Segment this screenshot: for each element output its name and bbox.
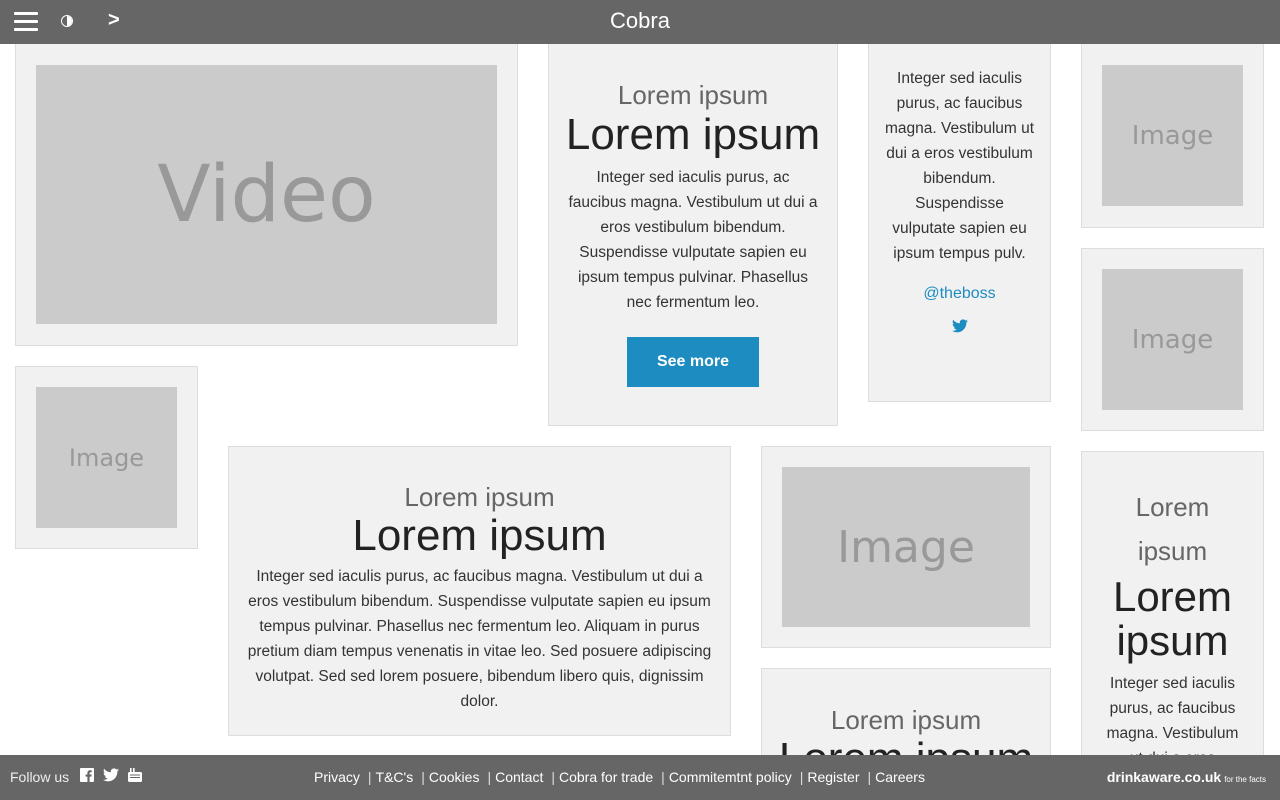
card-kicker: Lorem ipsum [617,80,769,110]
footer-link-careers[interactable]: Careers [875,769,925,785]
see-more-button[interactable]: See more [627,337,759,387]
card-headline: Lorem ipsum [352,511,607,560]
tweet-card: Integer sed iaculis purus, ac faucibus m… [868,44,1051,402]
twitter-handle-link[interactable]: @theboss [869,285,1050,303]
image-label: Image [1131,324,1214,355]
feature-card: Lorem ipsum Lorem ipsum Integer sed iacu… [548,44,838,426]
follow-us-label: Follow us [10,769,70,785]
drinkaware-label: drinkaware.co.uk [1106,769,1222,785]
twitter-icon[interactable] [103,768,119,782]
image-tile[interactable]: Image [761,446,1051,648]
image-label: Image [1131,120,1214,151]
footer-link-register[interactable]: Register [807,769,859,785]
contrast-toggle-icon[interactable] [61,15,73,27]
link-separator: | [421,769,425,785]
wide-card: Lorem ipsum Lorem ipsum Integer sed iacu… [228,446,731,736]
card-kicker: Lorem ipsum [830,705,982,735]
link-separator: | [367,769,372,785]
card-body: Integer sed iaculis purus, ac faucibus m… [568,169,818,311]
youtube-icon[interactable] [128,768,142,782]
card-headline: Lorem ipsum [1112,573,1233,664]
hamburger-menu-icon[interactable] [14,12,38,32]
drinkaware-link[interactable]: drinkaware.co.uk for the facts [1107,769,1266,785]
image-placeholder: Image [36,387,177,528]
image-tile[interactable]: Image [1081,44,1264,228]
video-tile[interactable]: Video [15,44,518,346]
link-separator: | [487,769,492,785]
drinkaware-tagline: for the facts [1224,775,1266,784]
footer-link-terms[interactable]: T&C's [376,769,414,785]
twitter-icon[interactable] [951,319,968,333]
video-placeholder[interactable]: Video [36,65,497,324]
image-placeholder: Image [1102,65,1243,206]
video-label: Video [157,149,376,240]
image-placeholder: Image [1102,269,1243,410]
image-label: Image [68,443,145,472]
narrow-card: Lorem ipsum Lorem ipsum Integer sed iacu… [1081,451,1264,781]
site-title: Cobra [610,8,670,33]
image-tile[interactable]: Image [1081,248,1264,431]
link-separator: | [867,769,872,785]
footer-link-privacy[interactable]: Privacy [314,769,360,785]
tweet-body: Integer sed iaculis purus, ac faucibus m… [884,70,1035,262]
footer-link-policy[interactable]: Commitemtnt policy [669,769,792,785]
link-separator: | [551,769,555,785]
image-tile[interactable]: Image [15,366,198,549]
card-kicker: Lorem ipsum [1135,492,1210,566]
image-label: Image [837,521,975,573]
card-headline: Lorem ipsum [565,110,821,159]
card-kicker: Lorem ipsum [404,482,555,512]
footer-link-contact[interactable]: Contact [495,769,543,785]
footer-link-trade[interactable]: Cobra for trade [559,769,653,785]
footer-link-cookies[interactable]: Cookies [429,769,480,785]
top-bar: > Cobra [0,0,1280,44]
card-body: Integer sed iaculis purus, ac faucibus m… [247,568,712,710]
link-separator: | [661,769,665,785]
facebook-icon[interactable] [80,768,94,782]
chevron-right-icon[interactable]: > [108,9,120,32]
footer-bar: Follow us Privacy | T&C's | Cookies | Contact |… [0,755,1280,800]
link-separator: | [799,769,804,785]
footer-links: Privacy | T&C's | Cookies | Contact | Cobra for … [314,769,925,785]
image-placeholder: Image [782,467,1030,627]
